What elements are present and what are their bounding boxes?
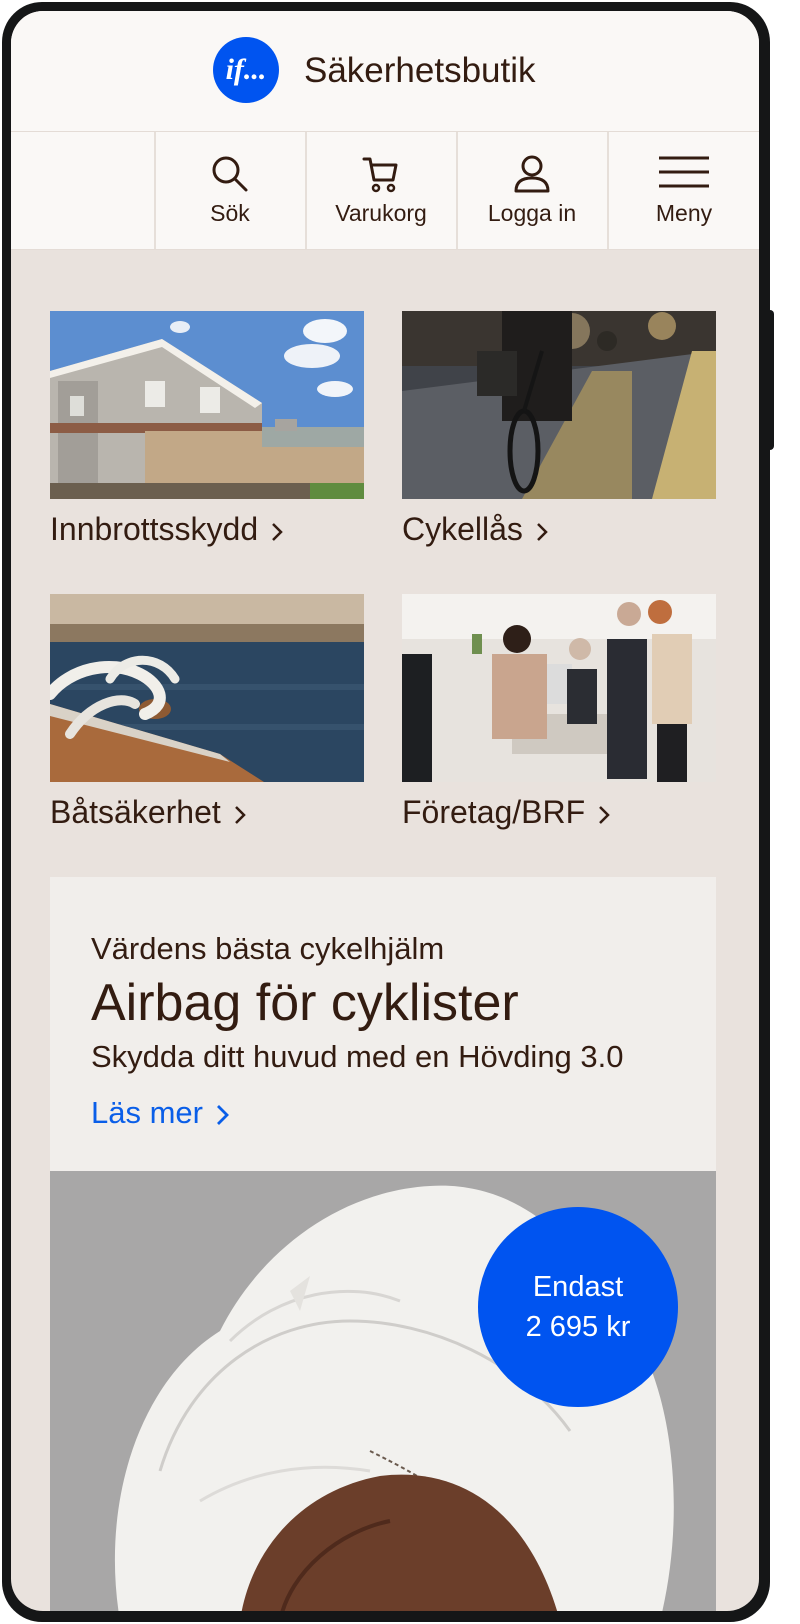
cart-icon [362, 157, 398, 193]
nav-menu-label: Meny [655, 200, 713, 226]
nav-search-button[interactable]: Sök [154, 132, 304, 249]
boat-rope-photo[interactable] [50, 594, 364, 782]
chevron-right-icon [537, 522, 548, 541]
hamburger-menu-icon [659, 156, 709, 188]
category-text-business: Företag/BRF [402, 794, 586, 830]
category-text-burglary: Innbrottsskydd [50, 511, 259, 547]
cyclist-photo[interactable] [402, 311, 716, 499]
category-label-bike-lock[interactable]: Cykellås [402, 511, 549, 548]
search-icon [212, 156, 248, 192]
read-more-link[interactable]: Läs mer [91, 1095, 231, 1131]
nav-cart-button[interactable]: Varukorg [305, 132, 455, 249]
read-more-text: Läs mer [91, 1095, 203, 1130]
category-label-boat-safety[interactable]: Båtsäkerhet [50, 794, 247, 831]
category-text-boat-safety: Båtsäkerhet [50, 794, 221, 830]
promo-subtitle: Skydda ditt huvud med en Hövding 3.0 [91, 1039, 624, 1074]
house-photo[interactable] [50, 311, 364, 499]
airbag-helmet-image[interactable]: Endast 2 695 kr [50, 1171, 716, 1611]
promo-kicker: Värdens bästa cykelhjälm [91, 931, 445, 966]
chevron-right-icon [272, 522, 283, 541]
phone-device: if... Säkerhetsbutik Sök Varukorg Logga … [0, 0, 774, 1624]
promo-card: Värdens bästa cykelhjälm Airbag för cykl… [50, 877, 716, 1171]
nav-bar: Sök Varukorg Logga in Meny [11, 132, 759, 250]
price-badge-label: Endast [532, 1271, 624, 1303]
chevron-right-icon [216, 1104, 229, 1125]
office-people-photo[interactable] [402, 594, 716, 782]
nav-cart-label: Varukorg [335, 200, 427, 226]
chevron-right-icon [234, 805, 246, 824]
price-badge: Endast 2 695 kr [478, 1207, 678, 1407]
if-logo[interactable]: if... [213, 37, 279, 103]
phone-screen: if... Säkerhetsbutik Sök Varukorg Logga … [11, 11, 759, 1611]
category-label-burglary[interactable]: Innbrottsskydd [50, 511, 284, 548]
nav-menu-button[interactable]: Meny [607, 132, 759, 249]
nav-login-button[interactable]: Logga in [456, 132, 606, 249]
site-title: Säkerhetsbutik [304, 51, 536, 90]
category-text-bike-lock: Cykellås [402, 511, 523, 547]
nav-login-label: Logga in [487, 200, 577, 226]
chevron-right-icon [599, 805, 610, 824]
promo-title: Airbag för cyklister [91, 974, 519, 1032]
category-label-business[interactable]: Företag/BRF [402, 794, 611, 831]
user-icon [514, 155, 550, 193]
phone-side-button [766, 310, 774, 450]
nav-search-label: Sök [210, 200, 250, 226]
site-header: if... Säkerhetsbutik [11, 11, 759, 132]
price-badge-value: 2 695 kr [525, 1311, 631, 1343]
